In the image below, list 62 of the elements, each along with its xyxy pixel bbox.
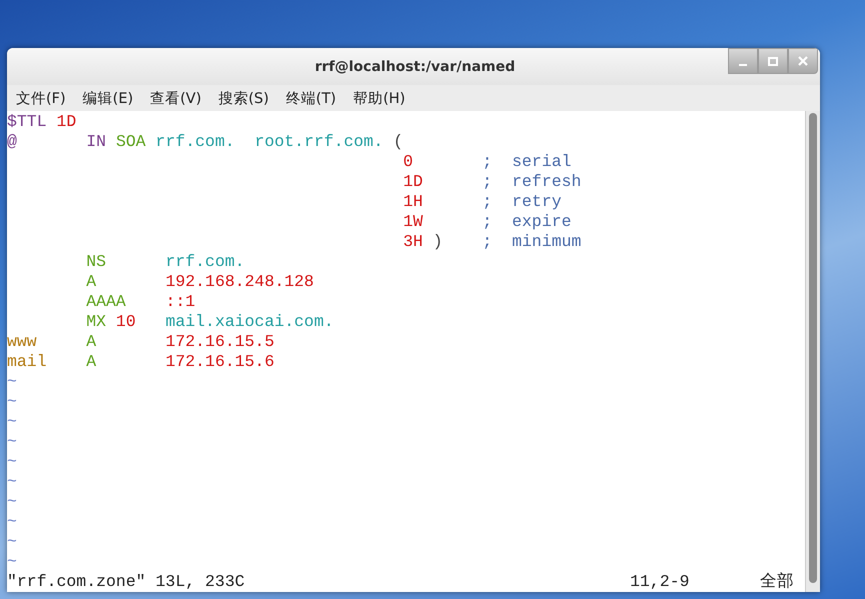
maximize-icon xyxy=(768,56,778,66)
empty-line-marker: ~ xyxy=(7,532,17,552)
code-token: MX xyxy=(85,312,108,332)
menu-item[interactable]: 编辑(E) xyxy=(82,88,134,108)
minimize-icon xyxy=(739,64,747,66)
code-token: rrf.com. xyxy=(165,252,245,272)
code-token: ; retry xyxy=(482,192,562,212)
code-token: 1D xyxy=(56,112,76,132)
code-token: 3H xyxy=(402,232,424,252)
empty-line-marker: ~ xyxy=(7,412,17,432)
code-token: ; minimum xyxy=(482,232,582,252)
code-token: 1H xyxy=(402,192,424,212)
code-token: IN xyxy=(86,132,108,152)
menu-item[interactable]: 文件(F) xyxy=(16,88,66,108)
code-token: rrf.com. xyxy=(156,132,236,152)
code-token: ) xyxy=(432,232,444,252)
code-token: @ xyxy=(7,132,18,152)
minimize-button[interactable] xyxy=(728,48,758,74)
empty-line-marker: ~ xyxy=(7,432,17,452)
scroll-position: 全部 xyxy=(760,572,794,592)
menu-item[interactable]: 帮助(H) xyxy=(353,88,406,108)
code-token: ::1 xyxy=(165,292,196,312)
code-token: AAAA xyxy=(85,292,127,312)
empty-line-marker: ~ xyxy=(7,372,17,392)
code-token: ; refresh xyxy=(482,172,582,192)
code-token: A xyxy=(85,272,98,292)
code-token: SOA xyxy=(116,132,147,152)
code-token: 172.16.15.5 xyxy=(165,332,274,352)
menu-item[interactable]: 搜索(S) xyxy=(218,88,269,108)
file-info: "rrf.com.zone" 13L, 233C xyxy=(7,572,246,592)
empty-line-marker: ~ xyxy=(7,492,17,512)
code-token: A xyxy=(86,352,98,372)
empty-line-marker: ~ xyxy=(7,552,17,572)
code-token: 1W xyxy=(402,212,424,232)
menu-item[interactable]: 终端(T) xyxy=(286,88,336,108)
close-icon xyxy=(798,56,808,66)
empty-line-marker: ~ xyxy=(7,452,17,472)
code-token: mail xyxy=(7,352,48,372)
code-token: 1D xyxy=(402,172,424,192)
code-token: root.rrf.com. xyxy=(254,132,384,152)
code-token: ; expire xyxy=(482,212,572,232)
empty-line-marker: ~ xyxy=(7,392,17,412)
close-button[interactable] xyxy=(788,48,818,74)
code-token: www xyxy=(7,332,38,352)
maximize-button[interactable] xyxy=(758,48,788,74)
window-title: rrf@localhost:/var/named xyxy=(314,58,516,74)
empty-line-marker: ~ xyxy=(7,512,17,532)
code-token: ( xyxy=(393,132,404,152)
code-token: $TTL xyxy=(7,112,48,132)
scrollbar-thumb[interactable] xyxy=(809,113,817,583)
code-token: 172.16.15.6 xyxy=(165,352,274,372)
code-token: NS xyxy=(85,252,108,272)
code-token: 0 xyxy=(402,152,414,172)
code-token: mail.xaiocai.com. xyxy=(165,312,334,332)
scrollbar[interactable] xyxy=(805,111,820,592)
code-token: ; serial xyxy=(482,152,572,172)
code-token: 10 xyxy=(116,312,137,332)
cursor-position: 11,2-9 xyxy=(630,572,690,592)
menu-item[interactable]: 查看(V) xyxy=(150,88,202,108)
code-token: 192.168.248.128 xyxy=(165,272,314,292)
empty-line-marker: ~ xyxy=(7,472,17,492)
code-token: A xyxy=(86,332,98,352)
